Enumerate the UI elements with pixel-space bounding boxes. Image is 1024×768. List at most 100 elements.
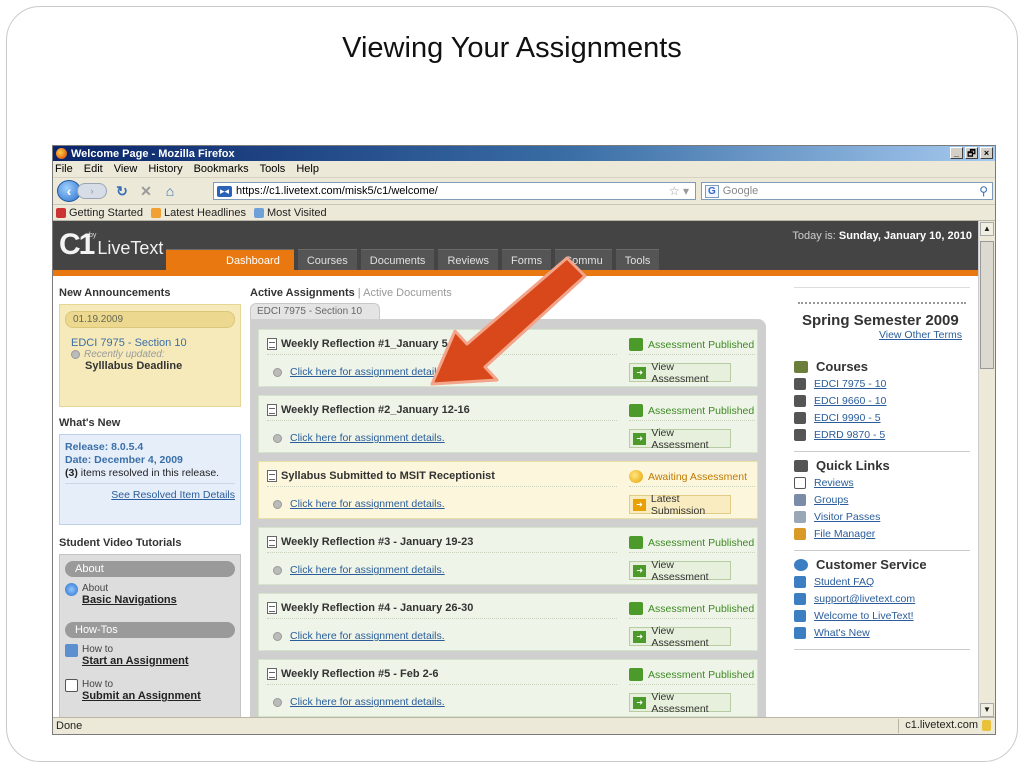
assignment-title[interactable]: Weekly Reflection #1_January 5-9 — [267, 338, 617, 355]
assessment-status: Awaiting Assessment — [629, 470, 755, 487]
course-link[interactable]: EDCI 9990 - 5 — [794, 412, 970, 424]
menu-history[interactable]: History — [148, 163, 182, 175]
navigation-toolbar: ‹ › ↻ ✕ ⌂ ▸◂ https://c1.livetext.com/mis… — [53, 178, 995, 205]
tab-documents[interactable]: Documents — [360, 249, 435, 270]
menu-bar: File Edit View History Bookmarks Tools H… — [53, 161, 995, 178]
arrow-right-icon: ➜ — [633, 432, 647, 445]
menu-help[interactable]: Help — [296, 163, 319, 175]
assignment-title[interactable]: Weekly Reflection #2_January 12-16 — [267, 404, 617, 421]
quick-link-visitor-passes[interactable]: Visitor Passes — [794, 511, 970, 523]
scroll-down-icon[interactable]: ▼ — [980, 703, 994, 717]
quick-link-reviews[interactable]: Reviews — [794, 477, 970, 489]
assignment-title[interactable]: Weekly Reflection #4 - January 26-30 — [267, 602, 617, 619]
view-assessment-button[interactable]: ➜ View Assessment — [629, 427, 731, 451]
course-link[interactable]: EDCI 7975 - 10 — [794, 378, 970, 390]
menu-bookmarks[interactable]: Bookmarks — [194, 163, 249, 175]
tutorials-heading: Student Video Tutorials — [59, 537, 182, 549]
forward-arrow-icon[interactable]: › — [77, 183, 107, 199]
vertical-scrollbar[interactable]: ▲ ▼ — [978, 221, 995, 718]
tutorial-item[interactable]: How to Start an Assignment — [65, 644, 235, 667]
assignment-title[interactable]: Weekly Reflection #5 - Feb 2-6 — [267, 668, 617, 685]
announcement-course[interactable]: EDCI 7975 - Section 10 — [65, 337, 235, 349]
view-assessment-button[interactable]: ➜ View Assessment — [629, 361, 731, 385]
search-engine-icon[interactable]: G — [705, 184, 719, 198]
whats-new-link[interactable]: What's New — [794, 627, 970, 639]
search-magnifier-icon[interactable]: ⚲ — [979, 184, 988, 198]
view-assessment-button[interactable]: ➜ View Assessment — [629, 691, 731, 715]
globe-icon — [65, 583, 78, 596]
view-assessment-button[interactable]: ➜ View Assessment — [629, 559, 731, 583]
quick-link-file-manager[interactable]: File Manager — [794, 528, 970, 540]
bookmark-getting-started[interactable]: Getting Started — [56, 207, 143, 219]
reload-icon[interactable]: ↻ — [113, 182, 131, 200]
tutorials-howto-label: How-Tos — [65, 622, 235, 638]
assignment-list: Weekly Reflection #1_January 5-9 Click h… — [250, 319, 766, 718]
document-blue-icon — [65, 644, 78, 657]
student-faq-link[interactable]: Student FAQ — [794, 576, 970, 588]
window-titlebar: Welcome Page - Mozilla Firefox _ 🗗 × — [53, 146, 995, 161]
assignment-details-link[interactable]: Click here for assignment details. — [273, 696, 445, 708]
status-dot-icon — [273, 565, 282, 575]
assignment-details-link[interactable]: Click here for assignment details. — [273, 366, 445, 378]
announcement-title[interactable]: Sylllabus Deadline — [65, 360, 235, 372]
menu-file[interactable]: File — [55, 163, 73, 175]
address-bar[interactable]: ▸◂ https://c1.livetext.com/misk5/c1/welc… — [213, 182, 696, 200]
status-dot-icon — [273, 499, 282, 509]
search-bar[interactable]: G Google ⚲ — [701, 182, 993, 200]
latest-submission-button[interactable]: ➜ Latest Submission — [629, 493, 731, 517]
menu-edit[interactable]: Edit — [84, 163, 103, 175]
course-tab[interactable]: EDCI 7975 - Section 10 — [250, 303, 380, 319]
courses-heading: Courses — [794, 359, 970, 374]
course-link[interactable]: EDCI 9660 - 10 — [794, 395, 970, 407]
menu-view[interactable]: View — [114, 163, 138, 175]
scroll-up-icon[interactable]: ▲ — [980, 222, 994, 236]
site-identity-icon[interactable]: ▸◂ — [217, 185, 233, 197]
search-placeholder: Google — [722, 185, 759, 197]
assignment-details-link[interactable]: Click here for assignment details. — [273, 432, 445, 444]
welcome-link[interactable]: Welcome to LiveText! — [794, 610, 970, 622]
active-documents-link[interactable]: Active Documents — [363, 287, 452, 299]
assignment-card: Weekly Reflection #4 - January 26-30 Cli… — [258, 593, 758, 651]
home-icon[interactable]: ⌂ — [161, 182, 179, 200]
bookmark-latest-headlines[interactable]: Latest Headlines — [151, 207, 246, 219]
course-link[interactable]: EDRD 9870 - 5 — [794, 429, 970, 441]
bookmark-most-visited[interactable]: Most Visited — [253, 207, 327, 219]
maximize-button[interactable]: 🗗 — [965, 147, 978, 159]
tab-forms[interactable]: Forms — [502, 249, 552, 270]
address-url: https://c1.livetext.com/misk5/c1/welcome… — [236, 185, 438, 197]
assignment-document-icon — [267, 602, 277, 614]
firefox-bookmark-icon — [56, 207, 66, 218]
tab-tools[interactable]: Tools — [615, 249, 660, 270]
assignment-details-link[interactable]: Click here for assignment details. — [273, 498, 445, 510]
scrollbar-thumb[interactable] — [980, 241, 994, 369]
livetext-logo[interactable]: C1 by LiveText — [59, 230, 163, 260]
tab-dashboard[interactable]: Dashboard — [166, 249, 294, 270]
tutorial-item[interactable]: How to Submit an Assignment — [65, 679, 235, 702]
page-content: C1 by LiveText Today is: Sunday, January… — [53, 221, 980, 718]
quick-link-groups[interactable]: Groups — [794, 494, 970, 506]
tab-courses[interactable]: Courses — [297, 249, 357, 270]
status-dot-icon — [71, 350, 80, 359]
tab-reviews[interactable]: Reviews — [438, 249, 499, 270]
resolved-items-link[interactable]: See Resolved Item Details — [65, 489, 235, 501]
arrow-right-icon: ➜ — [633, 696, 647, 709]
view-other-terms-link[interactable]: View Other Terms — [794, 329, 970, 341]
assignment-details-link[interactable]: Click here for assignment details. — [273, 630, 445, 642]
lock-icon[interactable] — [982, 720, 991, 731]
tab-communities[interactable]: Commu — [555, 249, 612, 270]
view-assessment-button[interactable]: ➜ View Assessment — [629, 625, 731, 649]
assignment-title[interactable]: Weekly Reflection #3 - January 19-23 — [267, 536, 617, 553]
support-email-link[interactable]: support@livetext.com — [794, 593, 970, 605]
bookmark-star-icon[interactable]: ☆ ▾ — [669, 184, 689, 198]
assignment-details-link[interactable]: Click here for assignment details. — [273, 564, 445, 576]
assessment-status: Assessment Published — [629, 404, 755, 421]
menu-tools[interactable]: Tools — [260, 163, 286, 175]
semester-title: Spring Semester 2009 — [802, 312, 959, 329]
groups-icon — [794, 494, 806, 506]
status-domain: c1.livetext.com — [898, 719, 992, 733]
stop-icon[interactable]: ✕ — [137, 182, 155, 200]
close-button[interactable]: × — [980, 147, 993, 159]
minimize-button[interactable]: _ — [950, 147, 963, 159]
assignment-title[interactable]: Syllabus Submitted to MSIT Receptionist — [267, 470, 617, 487]
tutorial-item[interactable]: About Basic Navigations — [65, 583, 235, 606]
